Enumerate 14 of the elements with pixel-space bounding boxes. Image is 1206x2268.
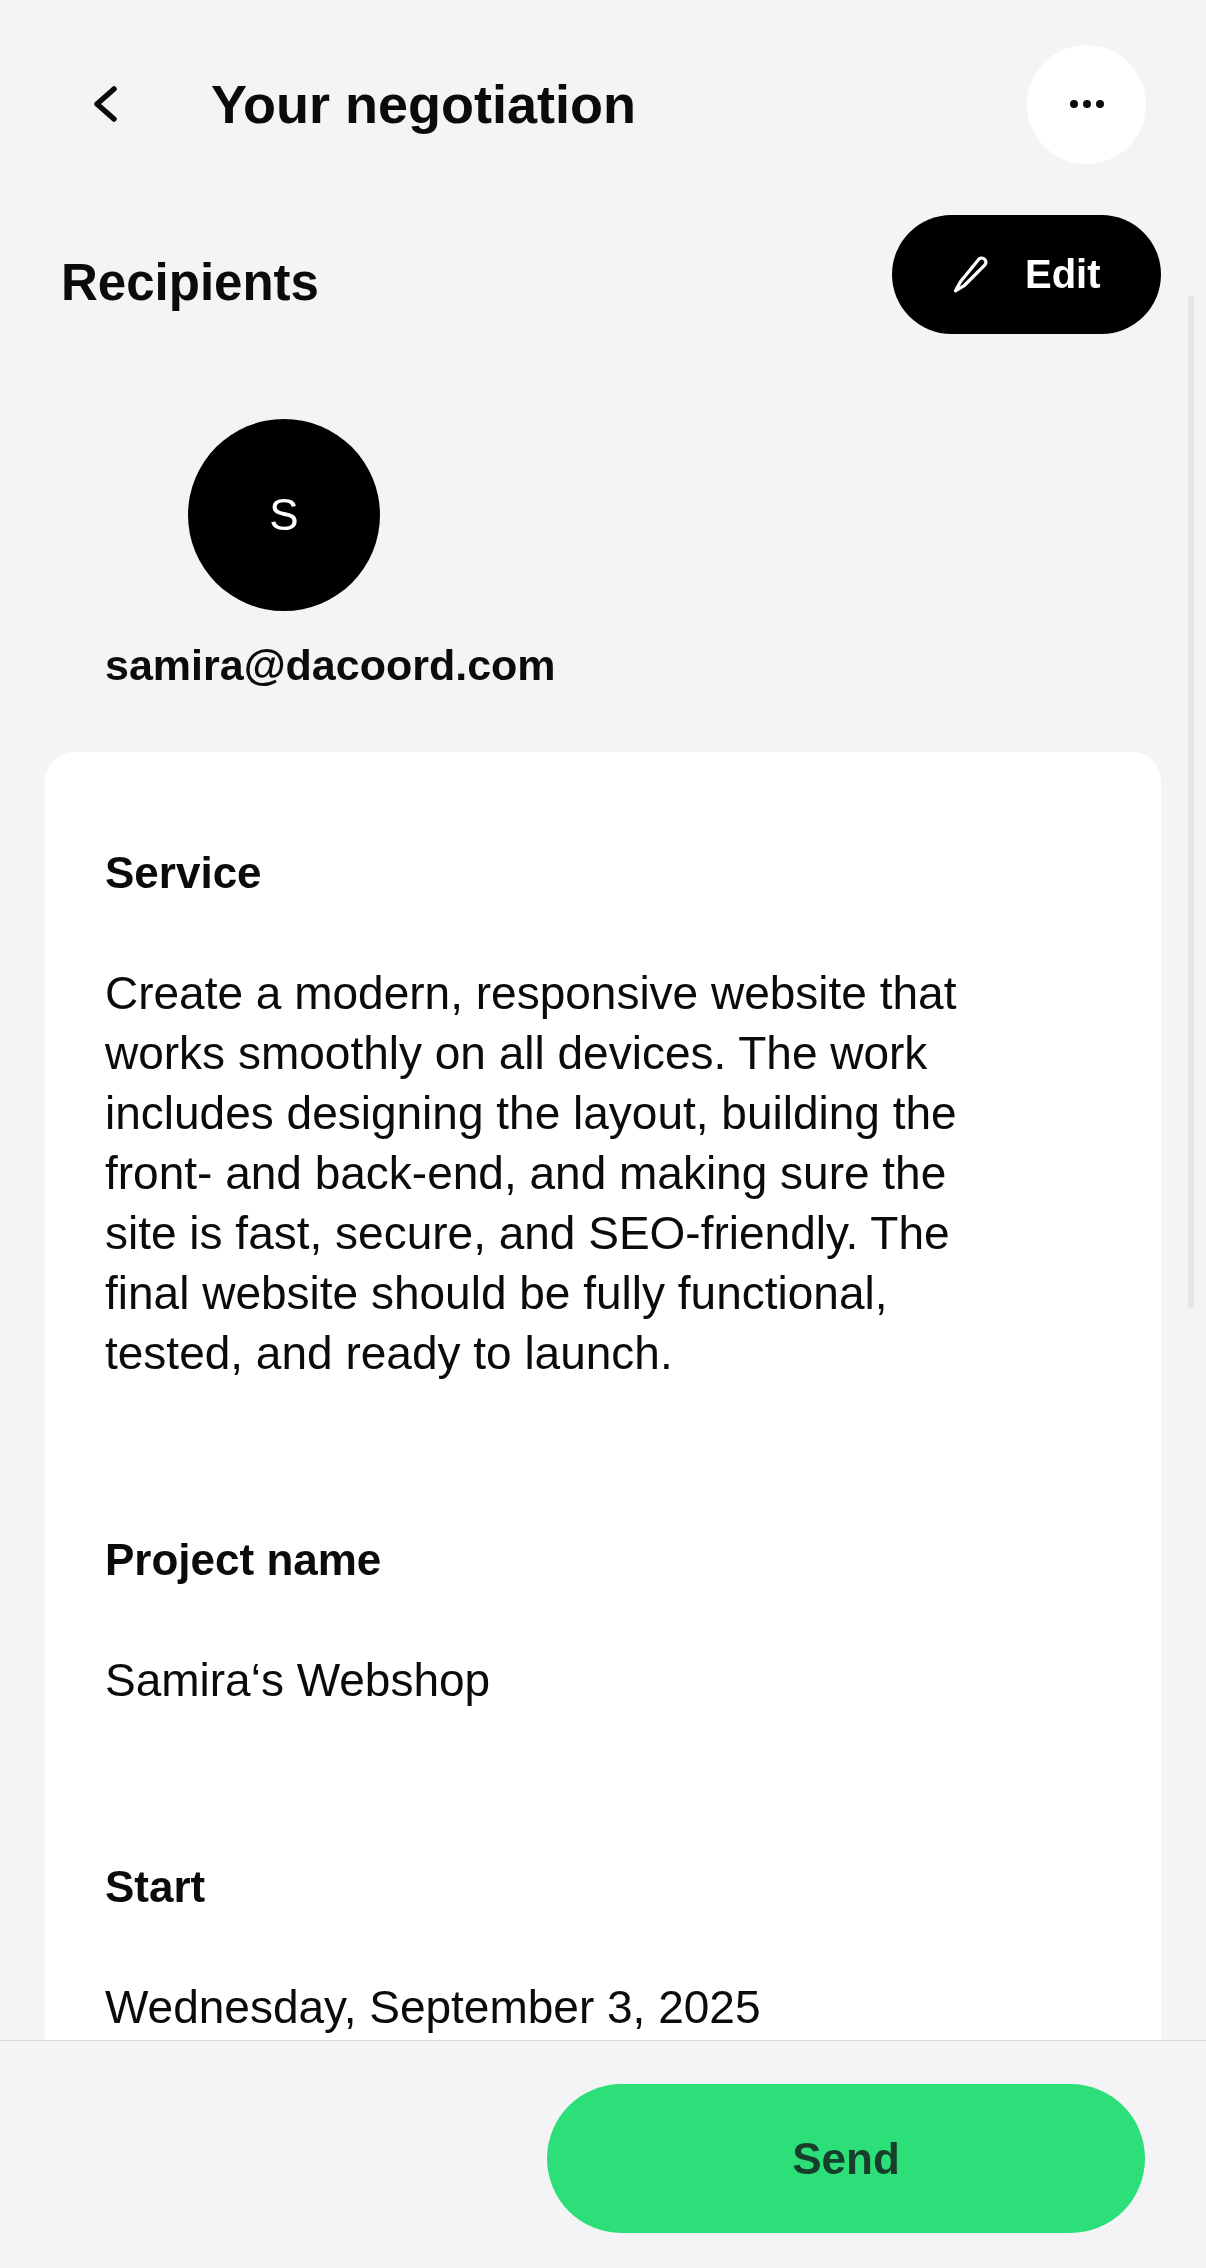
field-value: Create a modern, responsive website that works smoothly on all devices. The work includes designing the layout, building the front- and back-end, and making sure the site is fast, secure, and SEO-friendly. The final website should be fully functional, tested, and ready to launch.: [105, 966, 958, 1381]
field-value: Samira‘s Webshop: [105, 1653, 492, 1708]
field-label: Service: [105, 848, 263, 898]
field-label: Project name: [105, 1535, 383, 1585]
avatar: S: [188, 419, 380, 611]
edit-button[interactable]: Edit: [892, 215, 1161, 334]
page-title: Your negotiation: [211, 73, 636, 136]
send-button[interactable]: Send: [547, 2084, 1145, 2233]
field-label: Start: [105, 1862, 207, 1912]
back-icon[interactable]: [91, 85, 118, 123]
field-value: Wednesday, September 3, 2025: [105, 1980, 762, 2035]
section-heading: Recipients: [61, 253, 319, 313]
ellipsis-icon: [1069, 100, 1104, 108]
recipient-email: samira@dacoord.com: [105, 640, 556, 690]
